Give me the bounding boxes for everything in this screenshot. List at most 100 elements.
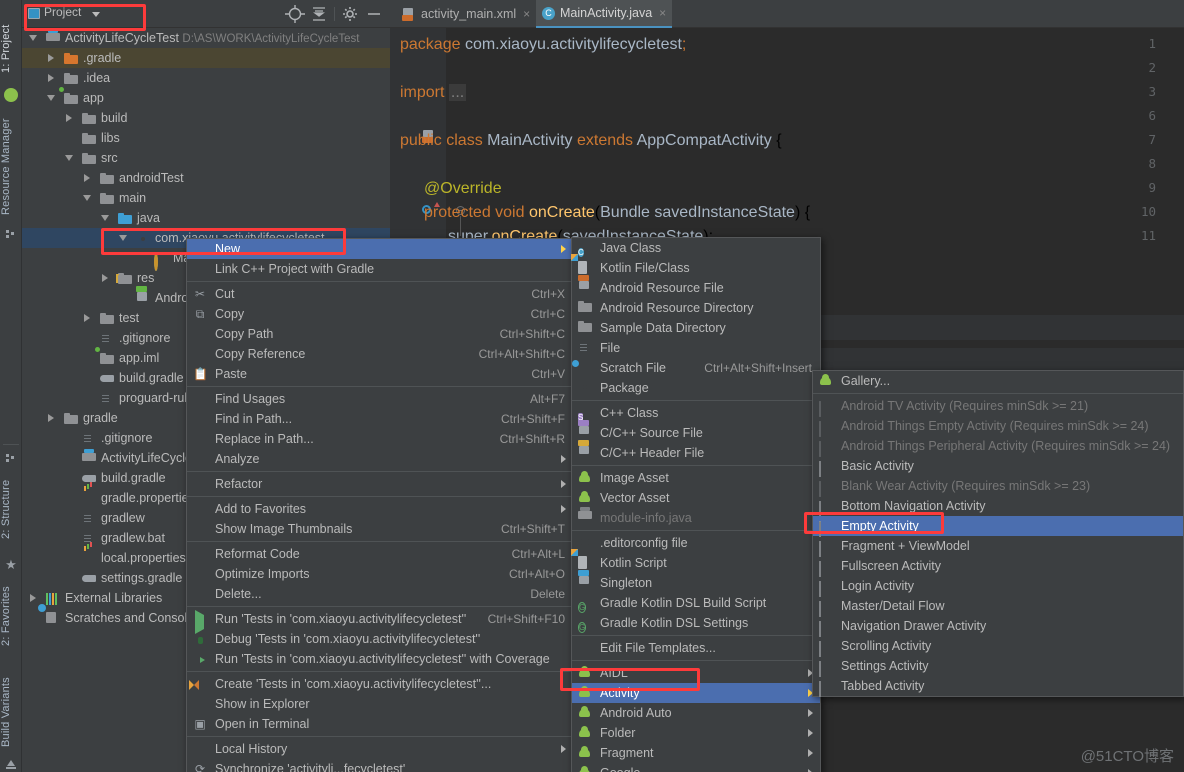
new-submenu-item[interactable]: Edit File Templates... [572, 638, 820, 658]
context-menu-item[interactable]: Find Usages Alt+F7 [187, 389, 573, 409]
new-submenu-item[interactable]: S C++ Class [572, 403, 820, 423]
sidebar-item-structure[interactable]: 2: Structure [0, 470, 22, 548]
close-icon[interactable]: × [523, 7, 530, 21]
tree-row[interactable]: main [22, 188, 390, 208]
new-submenu-item[interactable]: File [572, 338, 820, 358]
tree-row[interactable]: ActivityLifeCycleTest D:\AS\WORK\Activit… [22, 28, 390, 48]
context-menu-item[interactable]: Copy Path Ctrl+Shift+C [187, 324, 573, 344]
context-menu-item[interactable]: Run 'Tests in 'com.xiaoyu.activitylifecy… [187, 609, 573, 634]
tree-row[interactable]: src [22, 148, 390, 168]
new-submenu-item[interactable]: G Gradle Kotlin DSL Build Script [572, 593, 820, 613]
chevron-down-icon[interactable] [92, 12, 100, 17]
gear-icon[interactable] [338, 3, 362, 25]
context-menu-item[interactable]: Analyze [187, 449, 573, 469]
tab-activity-main-xml[interactable]: activity_main.xml × [396, 0, 536, 28]
new-submenu-item[interactable]: Fragment [572, 743, 820, 763]
new-submenu-item[interactable]: C Java Class [572, 238, 820, 258]
new-submenu-item[interactable]: AIDL [572, 663, 820, 683]
context-menu-item[interactable]: ✂ Cut Ctrl+X [187, 284, 573, 304]
tree-row[interactable]: .idea [22, 68, 390, 88]
tree-row[interactable]: .gradle [22, 48, 390, 68]
context-menu-item[interactable]: Debug 'Tests in 'com.xiaoyu.activitylife… [187, 629, 573, 649]
chevron-right-icon[interactable] [30, 594, 36, 602]
context-menu-item[interactable]: Link C++ Project with Gradle [187, 259, 573, 279]
new-submenu-item[interactable]: Kotlin Script [572, 553, 820, 573]
tree-row[interactable]: build [22, 108, 390, 128]
chevron-down-icon[interactable] [119, 235, 127, 241]
new-submenu-item[interactable]: .editorconfig file [572, 533, 820, 553]
context-menu-item[interactable]: Refactor [187, 474, 573, 494]
new-submenu-item[interactable]: G Gradle Kotlin DSL Settings [572, 613, 820, 633]
new-submenu-item[interactable]: Android Resource File [572, 278, 820, 298]
context-menu-item[interactable]: Show in Explorer [187, 694, 573, 714]
context-menu[interactable]: New Link C++ Project with Gradle ✂ Cut Ctrl+… [186, 238, 574, 772]
new-submenu-item[interactable]: Singleton [572, 573, 820, 593]
activity-submenu-item[interactable]: Tabbed Activity [813, 676, 1183, 697]
context-menu-item[interactable]: Reformat Code Ctrl+Alt+L [187, 544, 573, 564]
sidebar-item-resource-manager[interactable]: Resource Manager [0, 112, 22, 222]
activity-submenu-item[interactable]: Master/Detail Flow [813, 596, 1183, 617]
new-submenu-item[interactable]: Android Resource Directory [572, 298, 820, 318]
chevron-right-icon[interactable] [84, 314, 90, 322]
chevron-down-icon[interactable] [101, 215, 109, 221]
tree-row[interactable]: app [22, 87, 390, 108]
context-menu-item[interactable]: Local History [187, 739, 573, 759]
tab-mainactivity-java[interactable]: C MainActivity.java × [536, 0, 673, 28]
new-submenu-item[interactable]: Image Asset [572, 468, 820, 488]
context-menu-item[interactable]: New [187, 239, 573, 259]
context-menu-item[interactable]: Show Image Thumbnails Ctrl+Shift+T [187, 519, 573, 539]
new-submenu[interactable]: C Java Class Kotlin File/Class Android Reso… [571, 237, 821, 772]
collapse-all-icon[interactable] [307, 3, 331, 25]
close-icon[interactable]: × [659, 6, 666, 20]
new-submenu-item[interactable]: Android Auto [572, 703, 820, 723]
chevron-right-icon[interactable] [48, 74, 54, 82]
chevron-down-icon[interactable] [83, 195, 91, 201]
context-menu-item[interactable]: Create 'Tests in 'com.xiaoyu.activitylif… [187, 674, 573, 694]
new-submenu-item[interactable]: Folder [572, 723, 820, 743]
activity-submenu-item[interactable]: Basic Activity [813, 456, 1183, 477]
new-submenu-item[interactable]: Package [572, 378, 820, 398]
sidebar-item-build-variants[interactable]: Build Variants [0, 668, 22, 756]
context-menu-item[interactable]: ⧉ Copy Ctrl+C [187, 304, 573, 324]
context-menu-item[interactable]: Add to Favorites [187, 499, 573, 519]
chevron-down-icon[interactable] [47, 95, 55, 101]
activity-submenu-item[interactable]: Login Activity [813, 576, 1183, 597]
chevron-right-icon[interactable] [84, 174, 90, 182]
context-menu-item[interactable]: Run 'Tests in 'com.xiaoyu.activitylifecy… [187, 649, 573, 669]
new-submenu-item[interactable]: Activity [572, 683, 820, 703]
context-menu-item[interactable]: Copy Reference Ctrl+Alt+Shift+C [187, 344, 573, 364]
new-submenu-item[interactable]: Google [572, 763, 820, 772]
chevron-down-icon[interactable] [65, 155, 73, 161]
activity-submenu-item[interactable]: Gallery... [813, 371, 1183, 391]
sidebar-item-favorites[interactable]: 2: Favorites [0, 576, 22, 656]
new-submenu-item[interactable]: C/C++ Header File [572, 443, 820, 463]
sidebar-item-project[interactable]: 1: Project [0, 18, 22, 80]
activity-submenu-item[interactable]: Settings Activity [813, 656, 1183, 677]
activity-submenu-item[interactable]: Navigation Drawer Activity [813, 616, 1183, 637]
activity-submenu-item[interactable]: Fragment + ViewModel [813, 536, 1183, 557]
context-menu-item[interactable]: Delete... Delete [187, 584, 573, 604]
context-menu-item[interactable]: Replace in Path... Ctrl+Shift+R [187, 429, 573, 449]
activity-submenu-item[interactable]: Scrolling Activity [813, 636, 1183, 657]
chevron-right-icon[interactable] [48, 414, 54, 422]
locate-icon[interactable] [283, 3, 307, 25]
new-submenu-item[interactable]: Vector Asset [572, 488, 820, 508]
chevron-right-icon[interactable] [48, 54, 54, 62]
tree-row[interactable]: androidTest [22, 168, 390, 188]
new-submenu-item[interactable]: Scratch File Ctrl+Alt+Shift+Insert [572, 358, 820, 378]
activity-submenu-item[interactable]: Empty Activity [813, 516, 1183, 537]
tree-row[interactable]: java [22, 208, 390, 228]
tree-row[interactable]: libs [22, 128, 390, 148]
chevron-right-icon[interactable] [66, 114, 72, 122]
context-menu-item[interactable]: Find in Path... Ctrl+Shift+F [187, 409, 573, 429]
activity-submenu[interactable]: Gallery... Android TV Activity (Requires … [812, 370, 1184, 697]
chevron-right-icon[interactable] [102, 274, 108, 282]
minimize-icon[interactable] [362, 3, 386, 25]
new-submenu-item[interactable]: Sample Data Directory [572, 318, 820, 338]
new-submenu-item[interactable]: Kotlin File/Class [572, 258, 820, 278]
context-menu-item[interactable]: 📋 Paste Ctrl+V [187, 364, 573, 384]
new-submenu-item[interactable]: C/C++ Source File [572, 423, 820, 443]
context-menu-item[interactable]: ⟳ Synchronize 'activityli...fecycletest' [187, 759, 573, 772]
chevron-down-icon[interactable] [29, 35, 37, 41]
activity-submenu-item[interactable]: Bottom Navigation Activity [813, 496, 1183, 517]
